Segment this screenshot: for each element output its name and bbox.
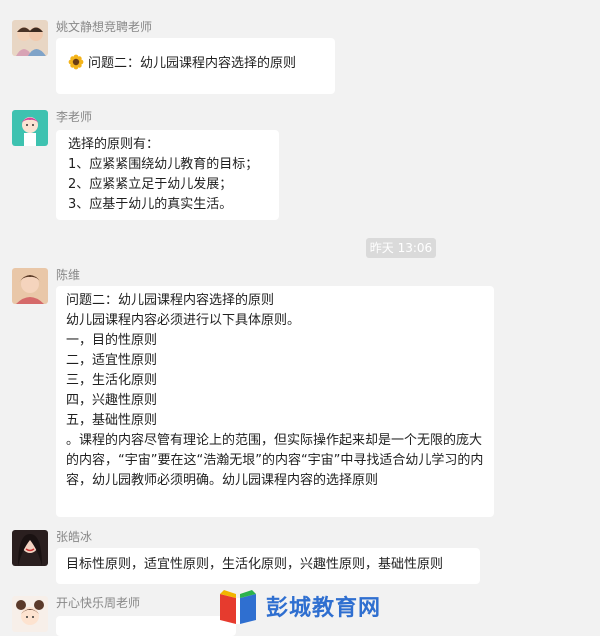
- message-line: 二，适宜性原则: [66, 353, 158, 368]
- avatar[interactable]: [12, 110, 48, 146]
- sender-name: 陈维: [56, 268, 81, 282]
- message-line: 3、应基于幼儿的真实生活。: [68, 197, 233, 212]
- message-line: 一，目的性原则: [66, 333, 158, 348]
- message-line: 三，生活化原则: [66, 373, 158, 388]
- message-text: 问题二：幼儿园课程内容选择的原则: [88, 56, 297, 71]
- message-bubble[interactable]: 问题二：幼儿园课程内容选择的原则: [56, 38, 335, 94]
- message-line: 2、应紧紧立足于幼儿发展；: [68, 177, 233, 192]
- message-bubble[interactable]: 问题二：幼儿园课程内容选择的原则 幼儿园课程内容必须进行以下具体原则。 一，目的…: [56, 286, 494, 517]
- avatar[interactable]: [12, 596, 48, 632]
- watermark-text: 彭城教育网: [266, 596, 382, 621]
- avatar[interactable]: [12, 530, 48, 566]
- message-line: 目标性原则，适宜性原则，生活化原则，兴趣性原则，基础性原则: [66, 557, 444, 572]
- message-bubble[interactable]: [56, 616, 236, 636]
- sender-name: 开心快乐周老师: [56, 596, 141, 610]
- message-paragraph: 。课程的内容尽管有理论上的范围，但实际操作起来却是一个无限的庞大的内容，“宇宙”…: [66, 433, 484, 488]
- site-watermark: 彭城教育网: [216, 584, 381, 628]
- message-line: 问题二：幼儿园课程内容选择的原则: [66, 293, 275, 308]
- sender-name: 李老师: [56, 110, 93, 124]
- avatar[interactable]: [12, 20, 48, 56]
- avatar[interactable]: [12, 268, 48, 304]
- sunflower-icon: [68, 54, 84, 70]
- message-bubble[interactable]: 选择的原则有： 1、应紧紧围绕幼儿教育的目标； 2、应紧紧立足于幼儿发展； 3、…: [56, 130, 279, 220]
- message-bubble[interactable]: 目标性原则，适宜性原则，生活化原则，兴趣性原则，基础性原则: [56, 548, 480, 584]
- message-line: 幼儿园课程内容必须进行以下具体原则。: [66, 313, 301, 328]
- message-line: 五，基础性原则: [66, 413, 158, 428]
- sender-name: 姚文静想竞聘老师: [56, 20, 153, 34]
- message-line: 四，兴趣性原则: [66, 393, 158, 408]
- book-logo-icon: [220, 590, 256, 624]
- timestamp-chip: 昨天 13:06: [366, 238, 436, 258]
- message-line: 1、应紧紧围绕幼儿教育的目标；: [68, 157, 259, 172]
- message-line: 选择的原则有：: [68, 137, 160, 152]
- sender-name: 张皓冰: [56, 530, 93, 544]
